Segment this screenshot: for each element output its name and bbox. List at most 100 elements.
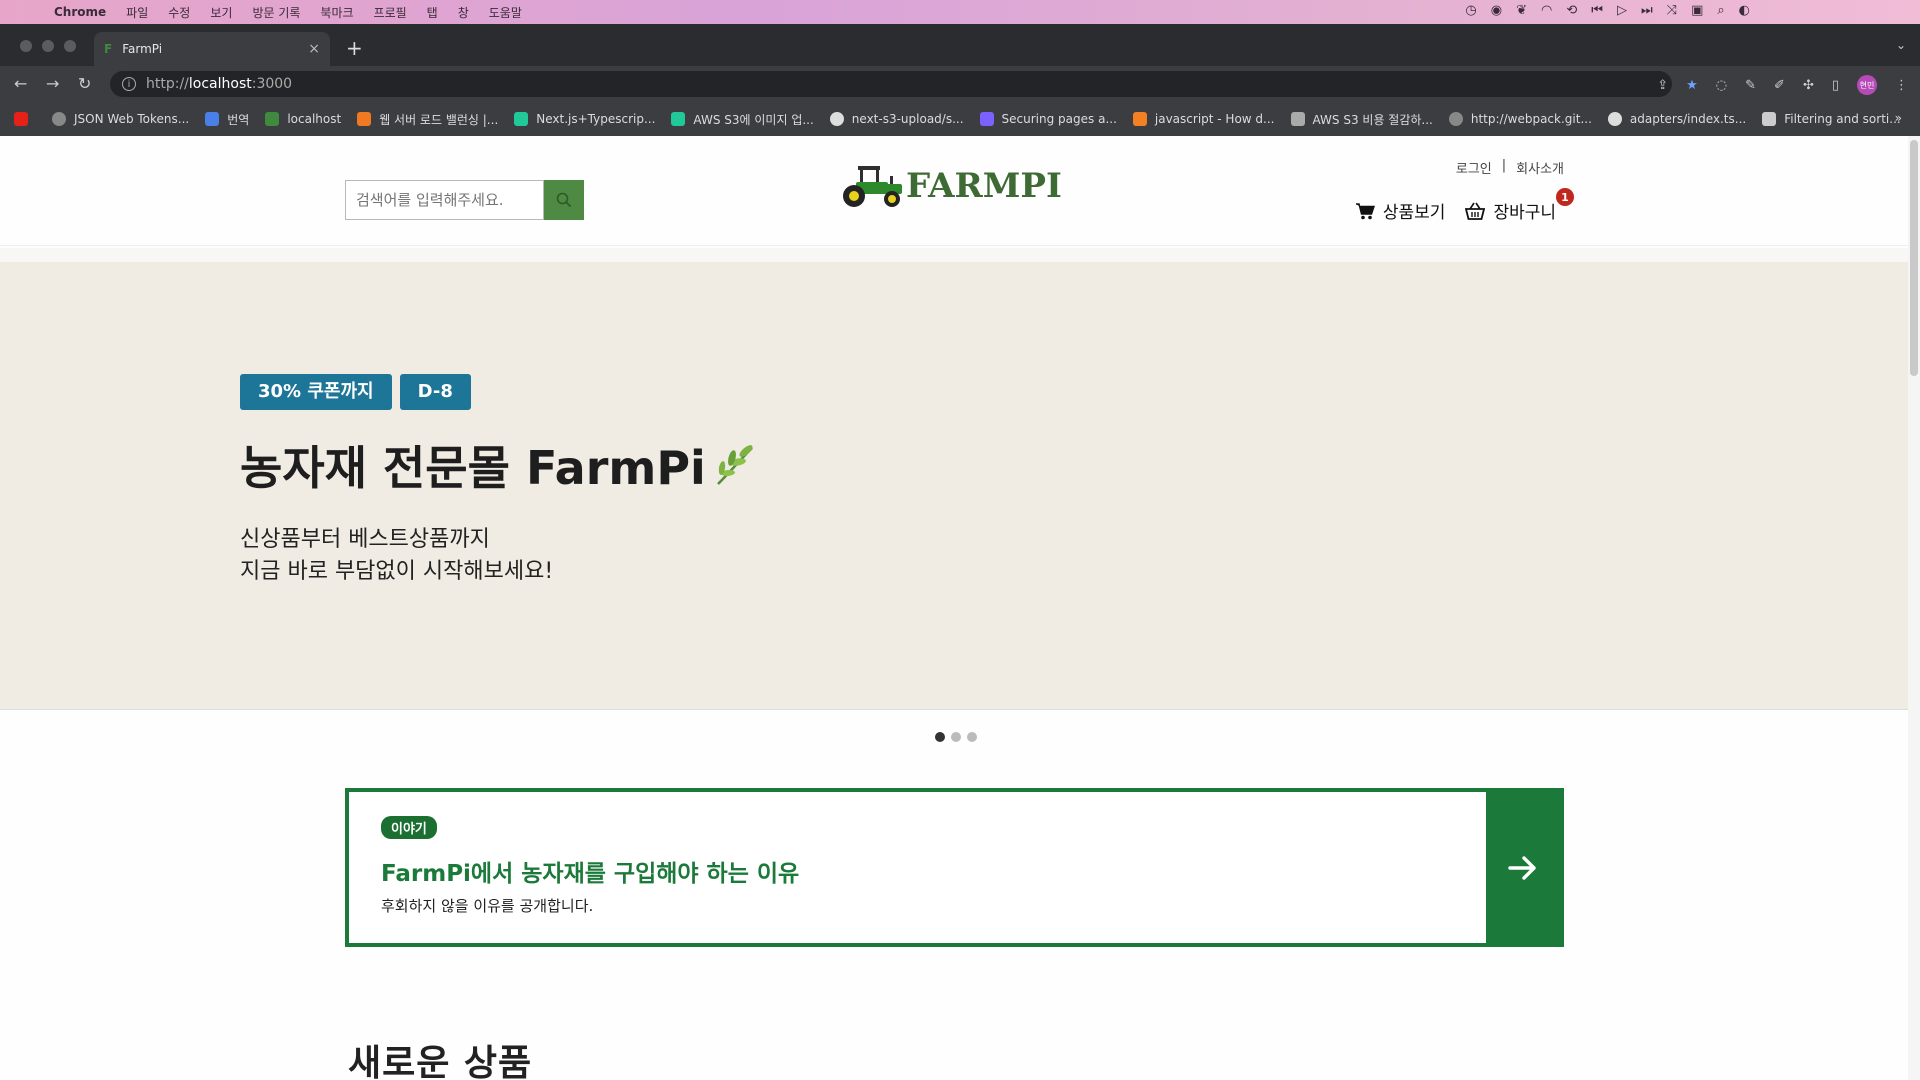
cube-icon (357, 112, 372, 126)
products-link[interactable]: 상품보기 (1355, 198, 1445, 223)
scrollbar-thumb[interactable] (1910, 140, 1918, 376)
address-bar[interactable]: i http:// localhost :3000 (110, 71, 1672, 97)
bookmark-star-icon[interactable]: ★ (1686, 78, 1698, 93)
bookmark-item[interactable]: next-s3-upload/s... (829, 112, 964, 126)
extension-pen-icon[interactable]: ✎ (1745, 78, 1756, 93)
prev-track-icon[interactable]: ⏮ (1591, 3, 1603, 18)
cart-link[interactable]: 장바구니 1 (1465, 188, 1574, 223)
carousel-dot[interactable] (951, 732, 961, 742)
globe-icon (52, 112, 66, 126)
login-link[interactable]: 로그인 (1456, 158, 1492, 177)
spotlight-search-icon[interactable]: ⌕ (1717, 3, 1724, 18)
apple-icon[interactable] (20, 4, 36, 20)
scrollbar[interactable] (1908, 136, 1920, 1080)
side-panel-icon[interactable]: ▯ (1832, 78, 1839, 93)
bookmark-label: 웹 서버 로드 밸런싱 |... (379, 112, 499, 127)
bookmark-item[interactable]: adapters/index.ts... (1607, 112, 1747, 126)
minimize-window-button[interactable] (42, 40, 54, 52)
story-description: 후회하지 않을 이유를 공개합니다. (381, 897, 594, 915)
menu-profile[interactable]: 프로필 (374, 4, 407, 21)
tab-close-icon[interactable]: × (308, 41, 320, 57)
hero-badges: 30% 쿠폰까지 D-8 (240, 374, 471, 410)
play-icon[interactable]: ▷ (1617, 3, 1627, 18)
zoom-window-button[interactable] (64, 40, 76, 52)
bookmark-item[interactable]: Securing pages a... (979, 112, 1117, 126)
site-logo[interactable]: FARMPI (838, 164, 1062, 208)
tab-search-chevron-icon[interactable]: ⌄ (1896, 38, 1906, 52)
github-icon (1607, 112, 1622, 126)
next-track-icon[interactable]: ⏭ (1641, 3, 1653, 18)
input-source-icon[interactable]: ▣ (1691, 3, 1703, 18)
tab-title: FarmPi (122, 42, 163, 56)
window-controls (20, 40, 76, 52)
bookmark-item[interactable] (14, 112, 36, 126)
tab-farmpi[interactable]: F FarmPi × (94, 32, 330, 66)
bookmark-item[interactable]: AWS S3에 이미지 업... (671, 111, 814, 128)
url-host: localhost (188, 76, 252, 92)
forward-icon[interactable]: → (46, 74, 59, 93)
dots-icon (1290, 112, 1305, 126)
carousel-dot[interactable] (935, 732, 945, 742)
bookmark-item[interactable]: 웹 서버 로드 밸런싱 |... (357, 111, 498, 128)
drop-icon (1762, 112, 1777, 126)
chrome-menu-icon[interactable]: ⋮ (1895, 78, 1908, 93)
bookmark-item[interactable]: http://webpack.git... (1448, 112, 1592, 126)
bookmark-label: adapters/index.ts... (1629, 112, 1747, 126)
bookmark-item[interactable]: javascript - How d... (1132, 112, 1275, 126)
bookmarks-overflow-button[interactable]: » (1895, 111, 1902, 125)
bookmark-label: localhost (287, 112, 342, 126)
story-card[interactable]: 이야기 FarmPi에서 농자재를 구입해야 하는 이유 후회하지 않을 이유를… (345, 788, 1564, 947)
profile-avatar[interactable]: 현민 (1857, 75, 1877, 95)
close-window-button[interactable] (20, 40, 32, 52)
header-divider (0, 248, 1908, 262)
hero-banner[interactable]: 30% 쿠폰까지 D-8 농자재 전문몰 FarmPi 신상품부터 베스트상품까… (0, 262, 1908, 710)
extension-brush-icon[interactable]: ✐ (1774, 78, 1785, 93)
shuffle-icon[interactable]: ⤨ (1667, 3, 1677, 18)
search-button[interactable] (544, 180, 584, 220)
translate-icon (205, 112, 220, 126)
search-input[interactable] (345, 180, 544, 220)
reload-icon[interactable]: ↻ (78, 74, 91, 93)
youtube-icon (14, 112, 28, 126)
stackoverflow-icon (1132, 112, 1147, 126)
bookmark-item[interactable]: AWS S3 비용 절감하... (1290, 111, 1433, 128)
share-icon[interactable]: ⇪ (1657, 78, 1668, 93)
about-link[interactable]: 회사소개 (1516, 158, 1564, 177)
record-status-icon[interactable]: ◉ (1491, 3, 1502, 18)
wifi-status-icon[interactable]: ◠ (1541, 3, 1552, 18)
menu-edit[interactable]: 수정 (168, 4, 190, 21)
repeat-status-icon[interactable]: ⟲ (1566, 3, 1577, 18)
hero-title-text: 농자재 전문몰 FarmPi (240, 441, 706, 495)
cart-label: 장바구니 (1493, 203, 1556, 223)
menu-help[interactable]: 도움말 (489, 4, 522, 21)
story-arrow-button[interactable] (1486, 792, 1560, 943)
menu-tab[interactable]: 탭 (427, 4, 438, 21)
leaf-status-icon[interactable]: ❦ (1516, 3, 1527, 18)
site-info-icon[interactable]: i (122, 77, 136, 91)
menu-view[interactable]: 보기 (210, 4, 232, 21)
browser-chrome: F FarmPi × + ⌄ ← → ↻ i http:// localhost… (0, 24, 1920, 136)
bookmark-item[interactable]: localhost (265, 112, 341, 126)
bookmark-item[interactable]: JSON Web Tokens... (52, 112, 189, 126)
bookmark-item[interactable]: Next.js+Typescrip... (514, 112, 655, 126)
menu-history[interactable]: 방문 기록 (252, 4, 300, 21)
bookmark-item[interactable]: Filtering and sorti... (1762, 112, 1901, 126)
back-icon[interactable]: ← (14, 74, 27, 93)
new-tab-button[interactable]: + (346, 36, 363, 60)
clock-status-icon[interactable]: ◷ (1465, 3, 1476, 18)
menu-bookmarks[interactable]: 북마크 (320, 4, 353, 21)
menu-file[interactable]: 파일 (126, 4, 148, 21)
control-center-icon[interactable]: ◐ (1739, 3, 1750, 18)
bookmark-label: 번역 (227, 112, 250, 127)
bookmark-label: Securing pages a... (1001, 112, 1117, 126)
bookmark-label: AWS S3에 이미지 업... (693, 112, 814, 127)
bookmark-item[interactable]: 번역 (205, 111, 249, 128)
bookmark-label: http://webpack.git... (1470, 112, 1592, 126)
menu-chrome[interactable]: Chrome (54, 5, 106, 19)
extension-translate-icon[interactable]: ◌ (1716, 78, 1727, 93)
story-tag: 이야기 (381, 816, 437, 839)
carousel-dot[interactable] (967, 732, 977, 742)
extensions-puzzle-icon[interactable]: ✣ (1803, 78, 1814, 93)
page-viewport: FARMPI 로그인 | 회사소개 상품보기 (0, 136, 1920, 1080)
menu-window[interactable]: 창 (458, 4, 469, 21)
